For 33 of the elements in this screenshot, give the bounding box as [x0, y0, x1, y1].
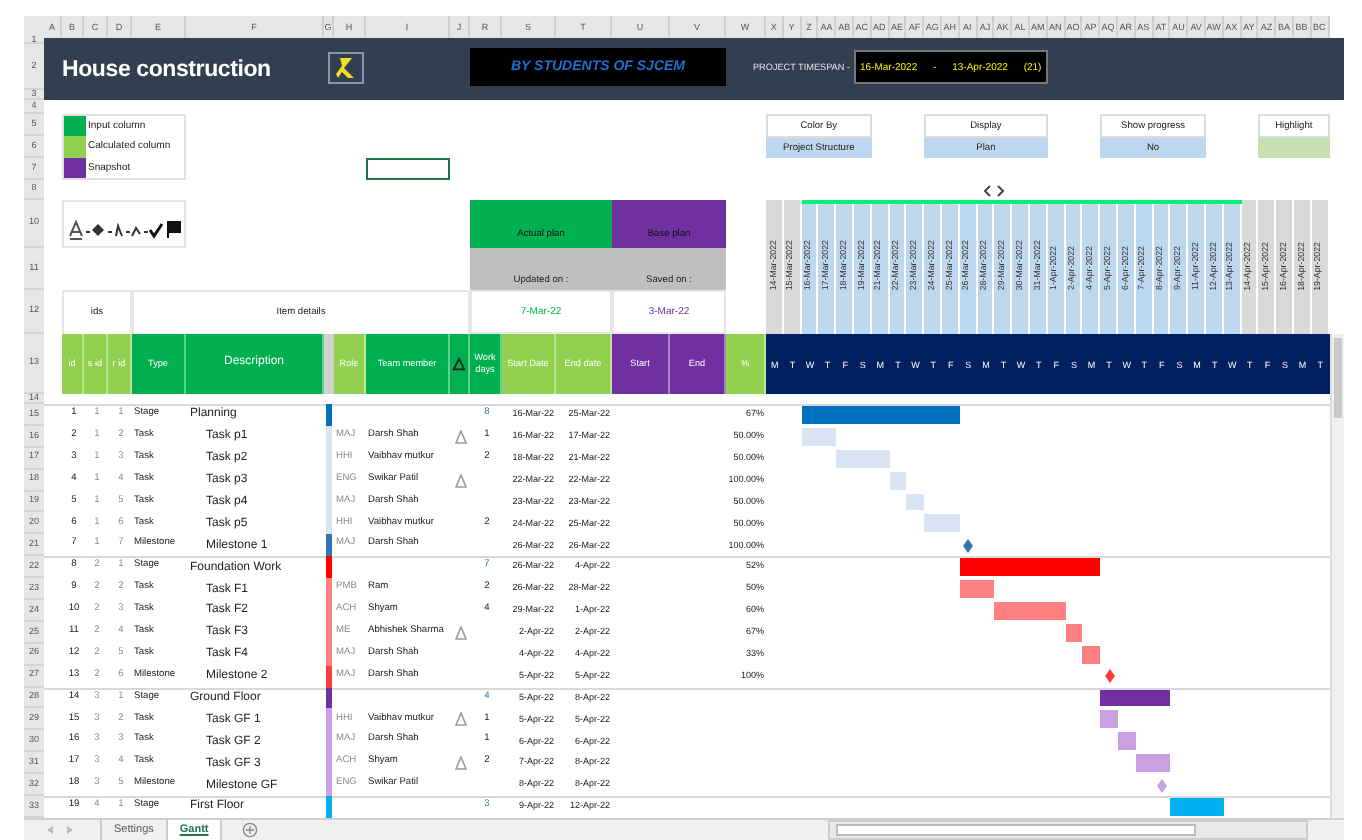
select-all-corner[interactable] [24, 16, 44, 38]
highlight-field[interactable] [1258, 138, 1329, 158]
gantt-bar [889, 471, 907, 490]
scrollbar-thumb[interactable] [1333, 338, 1341, 418]
diamond-marker [1155, 777, 1168, 794]
gantt-bar [1117, 732, 1136, 751]
chevron-right-icon [996, 183, 1007, 197]
scrollbar-thumb[interactable] [836, 823, 1197, 836]
horizontal-scrollbar[interactable] [828, 819, 1309, 840]
figure-logo-icon [327, 51, 363, 83]
symbol-legend-drawing [64, 220, 184, 240]
add-sheet-icon[interactable] [242, 821, 259, 838]
gantt-bar [906, 493, 925, 511]
gantt-bar [959, 558, 1101, 577]
diamond-marker [1103, 668, 1116, 685]
gantt-bar [801, 427, 837, 446]
gantt-bar [1135, 754, 1171, 773]
gantt-bar [959, 580, 995, 599]
gantt-bar [836, 449, 890, 468]
chevron-left-icon [982, 183, 993, 197]
vertical-scrollbar[interactable] [1329, 334, 1343, 818]
active-cell[interactable] [366, 158, 450, 180]
diamond-marker [962, 537, 975, 554]
gantt-bar [1082, 645, 1101, 664]
arrow-left-icon [44, 823, 56, 836]
gantt-bar [1100, 710, 1118, 729]
gantt-bar [924, 514, 960, 533]
gantt-bar [994, 602, 1066, 620]
gantt-bar [1170, 798, 1224, 816]
gantt-bar [1065, 623, 1083, 642]
triangle-icon [452, 356, 466, 372]
sheet-title: House construction [62, 57, 273, 81]
arrow-right-icon [64, 823, 76, 836]
